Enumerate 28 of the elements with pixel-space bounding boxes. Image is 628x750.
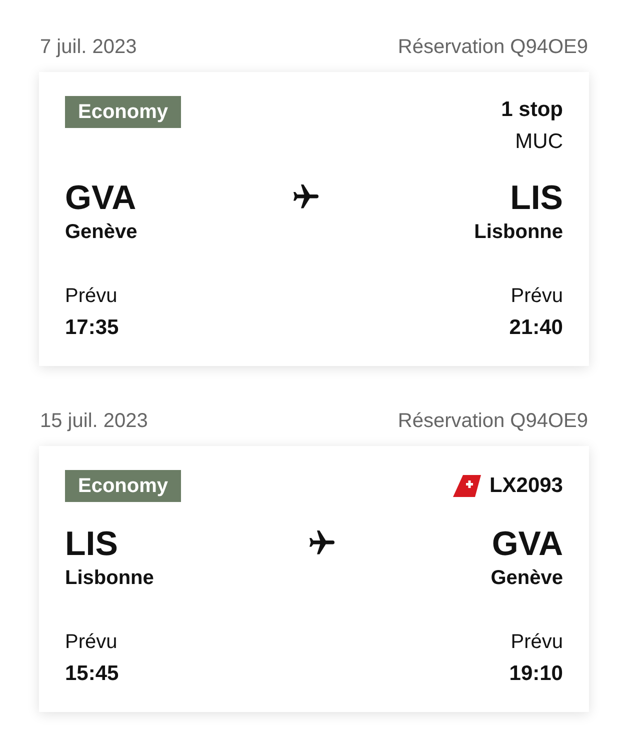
city-name: Genève: [65, 220, 138, 245]
stop-airport: MUC: [515, 129, 563, 155]
airport-code: LIS: [510, 178, 563, 218]
time-label: Prévu: [510, 630, 563, 655]
cabin-badge: Economy: [65, 96, 182, 128]
flight-number: LX2093: [489, 473, 563, 499]
time-label: Prévu: [510, 284, 563, 309]
city-name: Genève: [490, 566, 563, 591]
booking-reference: Réservation Q94OE9: [398, 35, 588, 60]
city-name: Lisbonne: [65, 566, 154, 591]
flight-card[interactable]: Economy 1 stop MUC GVA Genève Prévu 17:35 LIS Lisbonne Prévu 21:40: [39, 72, 589, 366]
time-label: Prévu: [65, 630, 118, 655]
trip-date: 15 juil. 2023: [40, 409, 148, 434]
departure-time: 21:40: [509, 315, 563, 341]
flight-card[interactable]: Economy LX2093 LIS Lisbonne Prévu 15:45 GVA Genève Prévu 19:10: [39, 446, 589, 712]
airline-tail-icon: [453, 474, 482, 497]
departure-time: 17:35: [65, 315, 119, 341]
airport-code: GVA: [65, 178, 136, 218]
city-name: Lisbonne: [474, 220, 563, 245]
stops-count: 1 stop: [501, 97, 563, 123]
trip-date: 7 juil. 2023: [40, 35, 137, 60]
airport-code: GVA: [492, 524, 563, 564]
cabin-badge: Economy: [65, 470, 182, 502]
departure-time: 19:10: [509, 661, 563, 687]
departure-time: 15:45: [65, 661, 119, 687]
time-label: Prévu: [65, 284, 118, 309]
booking-reference: Réservation Q94OE9: [398, 409, 588, 434]
airport-code: LIS: [65, 524, 118, 564]
